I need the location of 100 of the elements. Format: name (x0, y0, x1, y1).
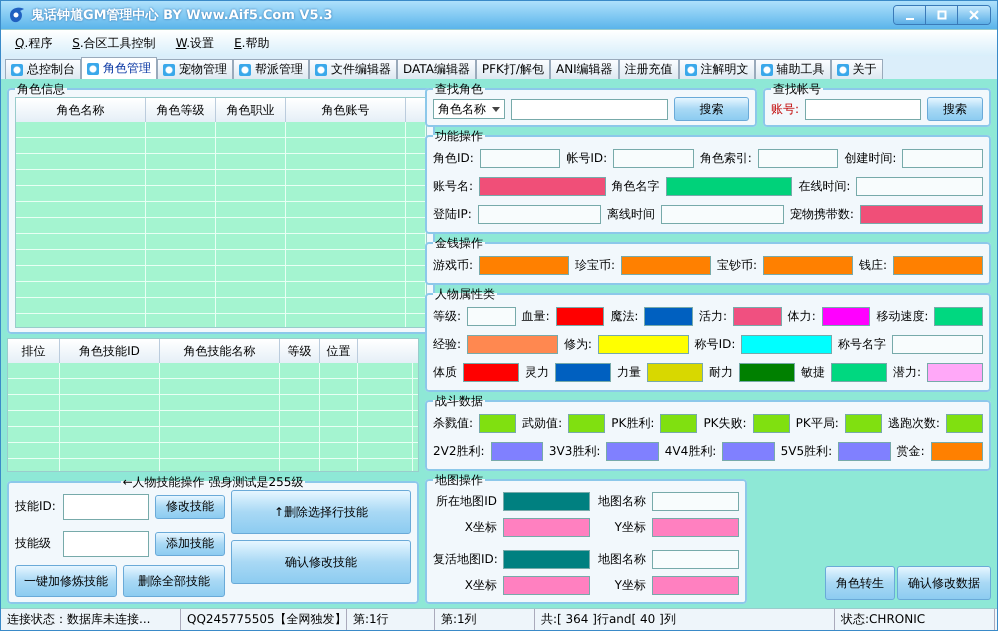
action-button[interactable]: 确认修改数据 (897, 566, 991, 600)
input-field[interactable] (503, 492, 590, 510)
input-field[interactable] (652, 492, 739, 510)
group-title: 查找角色 (434, 83, 484, 95)
input-field[interactable] (893, 256, 983, 274)
tab[interactable]: ANI编辑器 (550, 59, 619, 79)
tab[interactable]: 辅助工具 (754, 59, 831, 79)
input-field[interactable] (613, 148, 694, 168)
input-field[interactable] (652, 518, 739, 536)
skill-button[interactable]: 删除全部技能 (123, 565, 225, 598)
input-field[interactable] (741, 334, 832, 354)
input-field[interactable] (467, 334, 558, 354)
input-field[interactable] (463, 362, 519, 382)
input-field[interactable] (892, 334, 983, 354)
menu-item[interactable]: W.设置 (170, 34, 228, 52)
tab[interactable]: 宠物管理 (157, 59, 233, 79)
role-select[interactable]: 角色名称 (433, 99, 505, 119)
input-field[interactable] (930, 442, 983, 460)
input-field[interactable] (479, 176, 606, 196)
search-field[interactable] (511, 98, 668, 120)
input-field[interactable] (652, 576, 739, 594)
input-field[interactable] (902, 148, 983, 168)
tab[interactable]: 注册充值 (618, 59, 679, 79)
field-label: 赏金: (896, 442, 925, 460)
input-field[interactable] (644, 306, 694, 326)
skill-button[interactable]: ↑删除选择行技能 (231, 490, 411, 534)
tab[interactable]: DATA编辑器 (397, 59, 476, 79)
tab[interactable]: 文件编辑器 (309, 59, 397, 79)
input-field[interactable] (652, 550, 739, 568)
field-label: 游戏币: (433, 256, 474, 274)
tab[interactable]: 注解明文 (678, 59, 755, 79)
menu-item[interactable]: E.帮助 (228, 34, 284, 52)
search-button[interactable]: 搜索 (927, 97, 983, 121)
tab[interactable]: 角色管理 (81, 57, 157, 79)
input-field[interactable] (934, 306, 984, 326)
input-field[interactable] (63, 530, 149, 557)
input-field[interactable] (467, 306, 516, 326)
input-field[interactable] (844, 414, 882, 432)
input-field[interactable] (598, 334, 689, 354)
input-field[interactable] (822, 306, 870, 326)
input-field[interactable] (927, 362, 984, 382)
tab[interactable]: 帮派管理 (233, 59, 309, 79)
field-label: 在线时间: (798, 178, 850, 194)
input-field[interactable] (647, 362, 703, 382)
input-field[interactable] (739, 362, 795, 382)
menu-item[interactable]: Q.程序 (9, 34, 66, 52)
action-button[interactable]: 角色转生 (825, 566, 895, 600)
field-label: PK平局: (796, 414, 839, 432)
input-field[interactable] (946, 414, 983, 432)
skill-button[interactable]: 一键加修炼技能 (15, 565, 117, 598)
input-field[interactable] (480, 148, 560, 168)
close-button[interactable] (958, 6, 990, 24)
input-field[interactable] (752, 414, 790, 432)
input-field[interactable] (856, 176, 984, 196)
minimize-icon (906, 18, 914, 20)
input-field[interactable] (763, 256, 853, 274)
input-field[interactable] (479, 414, 516, 432)
input-field[interactable] (478, 204, 601, 224)
group-title: 地图操作 (434, 474, 484, 486)
account-field[interactable] (805, 98, 921, 120)
skill-button[interactable]: 修改技能 (155, 494, 225, 519)
input-field[interactable] (666, 176, 792, 196)
input-field[interactable] (722, 442, 775, 460)
field-label: 等级: (433, 308, 462, 324)
input-field[interactable] (606, 442, 659, 460)
tab[interactable]: PFK打/解包 (476, 59, 550, 79)
field-label: 4V4胜利: (664, 442, 716, 460)
group-title: 战斗数据 (434, 395, 484, 407)
input-field[interactable] (733, 306, 782, 326)
input-field[interactable] (860, 204, 984, 224)
dropdown-icon (492, 106, 500, 112)
input-field[interactable] (503, 576, 590, 594)
input-field[interactable] (503, 550, 590, 568)
minimize-button[interactable] (894, 6, 926, 24)
input-field[interactable] (660, 204, 784, 224)
field-label: 地图名称 (597, 492, 646, 510)
input-field[interactable] (555, 362, 611, 382)
input-field[interactable] (660, 414, 698, 432)
input-field[interactable] (556, 306, 604, 326)
window-title: 鬼话钟馗GM管理中心 BY Www.Aif5.Com V5.3 (31, 6, 334, 24)
field-label: 珍宝币: (575, 256, 616, 274)
input-field[interactable] (479, 256, 569, 274)
input-field[interactable] (621, 256, 711, 274)
skill-button[interactable]: 确认修改技能 (231, 540, 411, 584)
skill-button[interactable]: 添加技能 (155, 532, 225, 556)
input-field[interactable] (63, 494, 149, 520)
input-field[interactable] (490, 442, 543, 460)
field-label: 血量: (522, 308, 550, 324)
input-field[interactable] (503, 518, 590, 536)
menu-item[interactable]: S.合区工具控制 (66, 34, 170, 52)
input-field[interactable] (831, 362, 887, 382)
maximize-button[interactable] (926, 6, 958, 24)
tab[interactable]: 总控制台 (5, 59, 81, 79)
field-label: 活力: (699, 308, 728, 324)
input-field[interactable] (568, 414, 606, 432)
input-field[interactable] (838, 442, 891, 460)
search-button[interactable]: 搜索 (674, 97, 749, 121)
input-field[interactable] (758, 148, 838, 168)
field-label: 经验: (433, 336, 462, 352)
tab[interactable]: 关于 (830, 59, 883, 79)
